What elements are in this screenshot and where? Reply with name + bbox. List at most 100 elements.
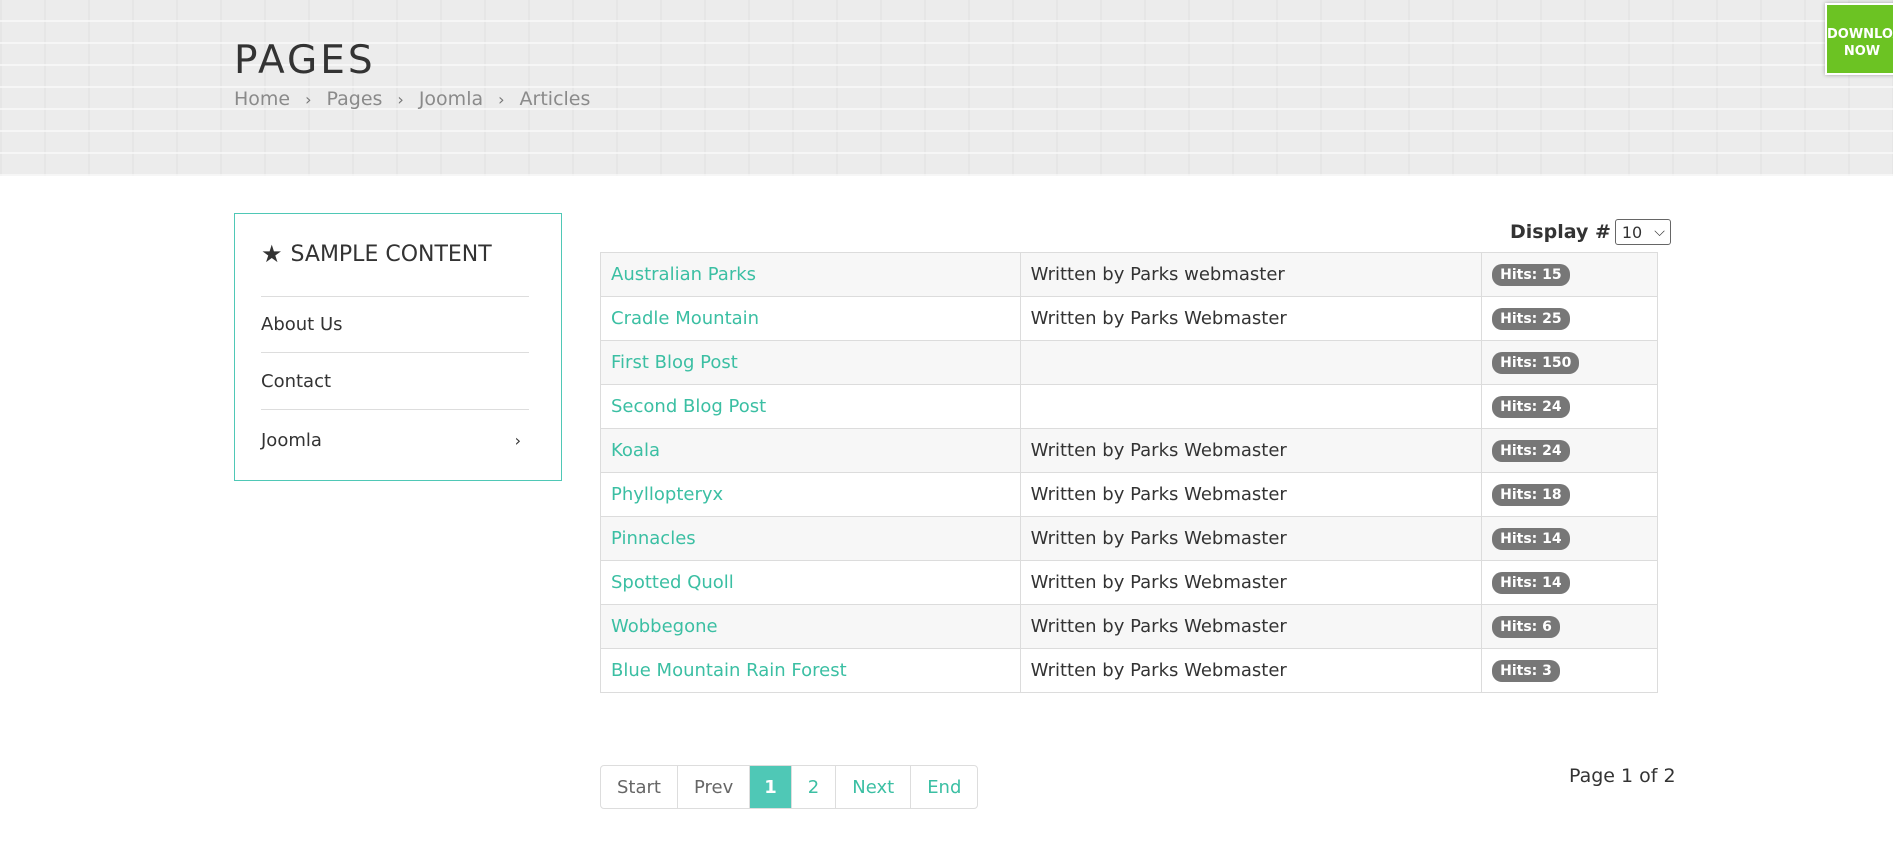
chevron-down-icon: ⌵ (1654, 224, 1665, 240)
article-title-link[interactable]: Second Blog Post (611, 396, 766, 417)
page-title: PAGES (234, 38, 376, 83)
title-cell: Wobbegone (600, 604, 1021, 649)
pagination-end[interactable]: End (911, 766, 977, 808)
hits-cell: Hits: 24 (1481, 384, 1658, 429)
author-cell: Written by Parks Webmaster (1019, 648, 1483, 693)
table-row: Wobbegone Written by Parks Webmaster Hits:… (600, 604, 1658, 649)
author-cell: Written by Parks Webmaster (1019, 472, 1483, 517)
hits-badge: Hits: 24 (1492, 396, 1570, 418)
hits-cell: Hits: 3 (1481, 648, 1658, 693)
article-title-link[interactable]: Blue Mountain Rain Forest (611, 660, 847, 681)
chevron-right-icon: › (305, 89, 312, 109)
article-author: Written by Parks Webmaster (1030, 616, 1287, 637)
title-cell: First Blog Post (600, 340, 1021, 385)
author-cell: Written by Parks Webmaster (1019, 296, 1483, 341)
breadcrumb-pages[interactable]: Pages (327, 88, 383, 110)
author-cell (1019, 384, 1483, 429)
table-row: Cradle Mountain Written by Parks Webmaste… (600, 296, 1658, 341)
title-cell: Second Blog Post (600, 384, 1021, 429)
article-author: Written by Parks webmaster (1030, 264, 1285, 285)
article-title-link[interactable]: Phyllopteryx (611, 484, 723, 505)
hits-cell: Hits: 18 (1481, 472, 1658, 517)
hits-badge: Hits: 3 (1492, 660, 1560, 682)
author-cell: Written by Parks Webmaster (1019, 560, 1483, 605)
chevron-right-icon: › (498, 89, 505, 109)
pagination-page-1[interactable]: 1 (750, 766, 792, 808)
star-icon: ★ (261, 240, 283, 268)
article-title-link[interactable]: Koala (611, 440, 660, 461)
article-title-link[interactable]: Australian Parks (611, 264, 756, 285)
hits-cell: Hits: 14 (1481, 560, 1658, 605)
breadcrumb: Home › Pages › Joomla › Articles (234, 88, 590, 110)
download-label: DOWNLOAD (1827, 27, 1893, 42)
article-title-link[interactable]: Pinnacles (611, 528, 696, 549)
pagination-page-2[interactable]: 2 (792, 766, 837, 808)
title-cell: Koala (600, 428, 1021, 473)
sidebar-title: SAMPLE CONTENT (290, 242, 492, 267)
pagination-next[interactable]: Next (836, 766, 912, 808)
breadcrumb-articles: Articles (519, 88, 591, 110)
table-row: Blue Mountain Rain Forest Written by Park… (600, 648, 1658, 693)
article-title-link[interactable]: First Blog Post (611, 352, 738, 373)
table-row: Spotted Quoll Written by Parks Webmaster H… (600, 560, 1658, 605)
display-limit-value: 10 (1621, 222, 1643, 242)
download-now-button[interactable]: DOWNLOAD NOW (1825, 3, 1893, 75)
table-row: First Blog Post Hits: 150 (600, 340, 1658, 385)
hits-badge: Hits: 150 (1492, 352, 1580, 374)
pagination: Start Prev 1 2 Next End (600, 765, 979, 809)
breadcrumb-home[interactable]: Home (234, 88, 290, 110)
article-author: Written by Parks Webmaster (1030, 660, 1287, 681)
article-author: Written by Parks Webmaster (1030, 484, 1287, 505)
pagination-start: Start (601, 766, 678, 808)
chevron-right-icon: › (514, 430, 521, 450)
hits-cell: Hits: 15 (1481, 252, 1658, 297)
hits-cell: Hits: 6 (1481, 604, 1658, 649)
title-cell: Blue Mountain Rain Forest (600, 648, 1021, 693)
sidebar-item-contact[interactable]: Contact (261, 354, 529, 410)
sidebar-item-label: Joomla (261, 429, 322, 451)
article-author: Written by Parks Webmaster (1030, 572, 1287, 593)
title-cell: Australian Parks (600, 252, 1021, 297)
hits-badge: Hits: 18 (1492, 484, 1570, 506)
author-cell: Written by Parks webmaster (1019, 252, 1483, 297)
article-author: Written by Parks Webmaster (1030, 528, 1287, 549)
title-cell: Phyllopteryx (600, 472, 1021, 517)
sidebar-item-label: About Us (261, 314, 343, 335)
display-label: Display # (1510, 221, 1611, 243)
article-title-link[interactable]: Spotted Quoll (611, 572, 734, 593)
table-row: Pinnacles Written by Parks Webmaster Hits:… (600, 516, 1658, 561)
display-limit-select[interactable]: 10 ⌵ (1614, 219, 1671, 245)
sidebar-item-label: Contact (261, 371, 332, 392)
title-cell: Spotted Quoll (600, 560, 1021, 605)
author-cell (1019, 340, 1483, 385)
hits-badge: Hits: 6 (1492, 616, 1560, 638)
article-title-link[interactable]: Cradle Mountain (611, 308, 759, 329)
hits-cell: Hits: 150 (1481, 340, 1658, 385)
hits-cell: Hits: 24 (1481, 428, 1658, 473)
sidebar-item-joomla[interactable]: Joomla › (261, 412, 529, 468)
sidebar-module: ★ SAMPLE CONTENT About Us Contact Joomla… (234, 213, 562, 481)
display-limit: Display # 10 ⌵ (1510, 219, 1671, 245)
sidebar-item-about-us[interactable]: About Us (261, 297, 529, 353)
article-title-link[interactable]: Wobbegone (611, 616, 718, 637)
table-row: Koala Written by Parks Webmaster Hits: 24 (600, 428, 1658, 473)
articles-table: Australian Parks Written by Parks webmast… (600, 252, 1658, 693)
chevron-right-icon: › (397, 89, 404, 109)
author-cell: Written by Parks Webmaster (1019, 604, 1483, 649)
hits-cell: Hits: 14 (1481, 516, 1658, 561)
author-cell: Written by Parks Webmaster (1019, 516, 1483, 561)
breadcrumb-joomla[interactable]: Joomla (419, 88, 483, 110)
hits-cell: Hits: 25 (1481, 296, 1658, 341)
hits-badge: Hits: 25 (1492, 308, 1570, 330)
title-cell: Cradle Mountain (600, 296, 1021, 341)
hits-badge: Hits: 24 (1492, 440, 1570, 462)
hits-badge: Hits: 14 (1492, 572, 1570, 594)
title-cell: Pinnacles (600, 516, 1021, 561)
hits-badge: Hits: 14 (1492, 528, 1570, 550)
table-row: Australian Parks Written by Parks webmast… (600, 252, 1658, 297)
page-counter: Page 1 of 2 (1569, 765, 1676, 787)
article-author: Written by Parks Webmaster (1030, 440, 1287, 461)
article-author: Written by Parks Webmaster (1030, 308, 1287, 329)
pagination-prev: Prev (678, 766, 751, 808)
hits-badge: Hits: 15 (1492, 264, 1570, 286)
